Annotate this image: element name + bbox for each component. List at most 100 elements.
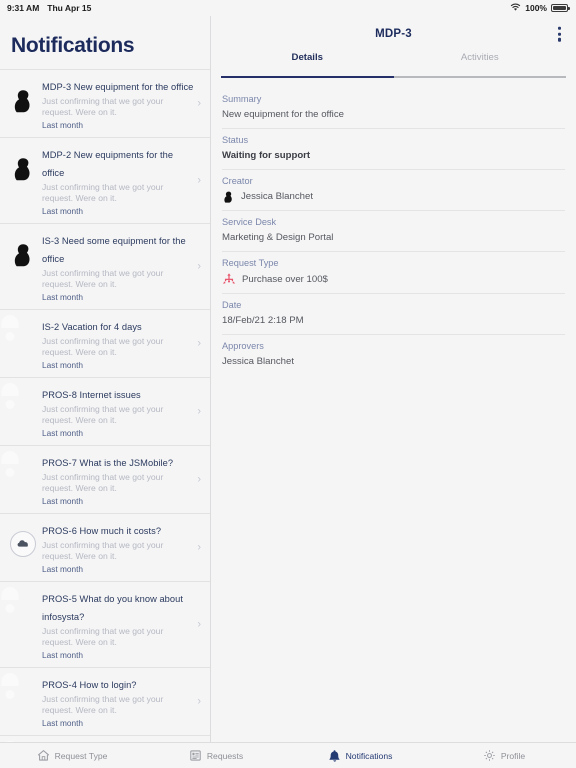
notification-item[interactable]: IS-2 Vacation for 4 days Just confirming … [0, 309, 210, 377]
battery-percent: 100% [525, 3, 547, 13]
notification-item[interactable]: PROS-3 Add-on expiredJust confirming tha… [0, 735, 210, 742]
notification-time: Last month [42, 120, 84, 130]
notifications-panel: Notifications MDP-3 New equipment for th… [0, 16, 211, 742]
notification-title: PROS-6 How much it costs? [42, 526, 162, 536]
chevron-right-icon: › [197, 260, 201, 272]
detail-field: Date 18/Feb/21 2:18 PM [222, 294, 565, 335]
tabbar-label: Notifications [345, 750, 393, 761]
avatar-silhouette-icon [10, 155, 36, 181]
avatar [10, 531, 36, 557]
avatar [1, 315, 36, 353]
chevron-right-icon: › [197, 618, 201, 630]
tabbar-item-notifications[interactable]: Notifications [288, 749, 432, 762]
notification-subtitle: Just confirming that we got your request… [42, 268, 164, 289]
detail-title: MDP-3 [375, 28, 412, 40]
app-screen: 9:31 AM Thu Apr 15 100% Notifications MD… [0, 0, 576, 768]
tabbar-item-requests[interactable]: Requests [144, 749, 288, 762]
detail-tabs[interactable]: Details Activities [221, 52, 566, 78]
tab-details[interactable]: Details [221, 52, 394, 78]
chevron-right-icon: › [197, 97, 201, 109]
field-label: Date [222, 300, 242, 310]
notification-title: PROS-5 What do you know about infosysta? [42, 594, 183, 622]
notification-title: MDP-2 New equipments for the office [42, 150, 174, 178]
notification-title: PROS-7 What is the JSMobile? [42, 458, 174, 468]
field-value-row: Waiting for support [222, 149, 565, 162]
field-label: Status [222, 135, 249, 145]
notification-item[interactable]: PROS-7 What is the JSMobile? Just confirm… [0, 445, 210, 513]
tabbar-item-profile[interactable]: Profile [432, 749, 576, 762]
notification-title: IS-2 Vacation for 4 days [42, 322, 142, 332]
field-value: Marketing & Design Portal [222, 232, 334, 243]
detail-panel: MDP-3 Details Activities Summary New equip… [211, 16, 576, 742]
tab-activities[interactable]: Activities [393, 52, 566, 78]
field-value: Waiting for support [222, 150, 311, 161]
wifi-icon [510, 3, 521, 14]
notification-time: Last month [42, 718, 84, 728]
avatar [1, 383, 36, 421]
field-label: Creator [222, 176, 253, 186]
tabbar-label: Request Type [54, 750, 108, 761]
field-label: Service Desk [222, 217, 277, 227]
notification-body: IS-3 Need some equipment for the office J… [42, 231, 204, 302]
chevron-right-icon: › [197, 473, 201, 485]
detail-header: MDP-3 [211, 16, 576, 52]
notification-subtitle: Just confirming that we got your request… [42, 472, 164, 493]
gear-icon [483, 749, 496, 762]
kebab-menu-icon[interactable] [555, 24, 564, 45]
notification-subtitle: Just confirming that we got your request… [42, 96, 164, 117]
notification-title: PROS-4 How to login? [42, 680, 137, 690]
notification-body: MDP-2 New equipments for the office Just … [42, 145, 204, 216]
notification-item[interactable]: PROS-5 What do you know about infosysta?… [0, 581, 210, 667]
content-split: Notifications MDP-3 New equipment for th… [0, 16, 576, 742]
avatar [1, 587, 36, 625]
field-value: Jessica Blanchet [222, 356, 294, 367]
avatar-silhouette-icon [10, 241, 36, 267]
detail-field: Creator Jessica Blanchet [222, 170, 565, 211]
field-value-row: Purchase over 100$ [222, 272, 565, 286]
detail-fields: Summary New equipment for the office Statu… [211, 78, 576, 742]
notification-body: PROS-6 How much it costs? Just confirming… [42, 521, 204, 574]
notification-item[interactable]: MDP-2 New equipments for the office Just … [0, 137, 210, 223]
notification-body: PROS-8 Internet issues Just confirming th… [42, 385, 204, 438]
status-date: Thu Apr 15 [47, 3, 92, 13]
notification-item[interactable]: IS-3 Need some equipment for the office J… [0, 223, 210, 309]
notification-time: Last month [42, 360, 84, 370]
notification-item[interactable]: PROS-8 Internet issues Just confirming th… [0, 377, 210, 445]
field-value-row: 18/Feb/21 2:18 PM [222, 314, 565, 327]
field-value: Purchase over 100$ [242, 273, 328, 285]
field-value: 18/Feb/21 2:18 PM [222, 315, 304, 326]
notification-item[interactable]: PROS-4 How to login? Just confirming that… [0, 667, 210, 735]
tabbar-item-request-type[interactable]: Request Type [0, 749, 144, 762]
avatar-cloud-icon [10, 531, 36, 557]
bottom-tab-bar[interactable]: Request Type Requests Notifications Profile [0, 742, 576, 768]
notification-time: Last month [42, 428, 84, 438]
notification-subtitle: Just confirming that we got your request… [42, 694, 164, 715]
request-type-arrows-icon [223, 273, 235, 284]
request-type-arrows-icon [222, 272, 236, 286]
field-label: Summary [222, 94, 262, 104]
notification-subtitle: Just confirming that we got your request… [42, 540, 164, 561]
detail-field: Status Waiting for support [222, 129, 565, 170]
notification-body: MDP-3 New equipment for the office Just c… [42, 77, 204, 130]
field-label: Request Type [222, 258, 279, 268]
status-bar-left: 9:31 AM Thu Apr 15 [7, 3, 91, 13]
field-label: Approvers [222, 341, 264, 351]
detail-field: Approvers Jessica Blanchet [222, 335, 565, 375]
notification-time: Last month [42, 650, 84, 660]
status-bar: 9:31 AM Thu Apr 15 100% [0, 0, 576, 16]
status-time: 9:31 AM [7, 3, 40, 13]
field-value-row: New equipment for the office [222, 108, 565, 121]
notification-item[interactable]: PROS-6 How much it costs? Just confirming… [0, 513, 210, 581]
field-value: New equipment for the office [222, 109, 344, 120]
avatar-silhouette-icon [10, 87, 36, 113]
notification-item[interactable]: MDP-3 New equipment for the office Just c… [0, 69, 210, 137]
notifications-list[interactable]: MDP-3 New equipment for the office Just c… [0, 69, 210, 742]
notification-body: PROS-4 How to login? Just confirming that… [42, 675, 204, 728]
notification-subtitle: Just confirming that we got your request… [42, 404, 164, 425]
status-bar-right: 100% [510, 3, 570, 14]
avatar [10, 87, 36, 113]
notification-title: IS-3 Need some equipment for the office [42, 236, 186, 264]
avatar [10, 241, 36, 267]
chevron-right-icon: › [197, 541, 201, 553]
notification-subtitle: Just confirming that we got your request… [42, 336, 164, 357]
